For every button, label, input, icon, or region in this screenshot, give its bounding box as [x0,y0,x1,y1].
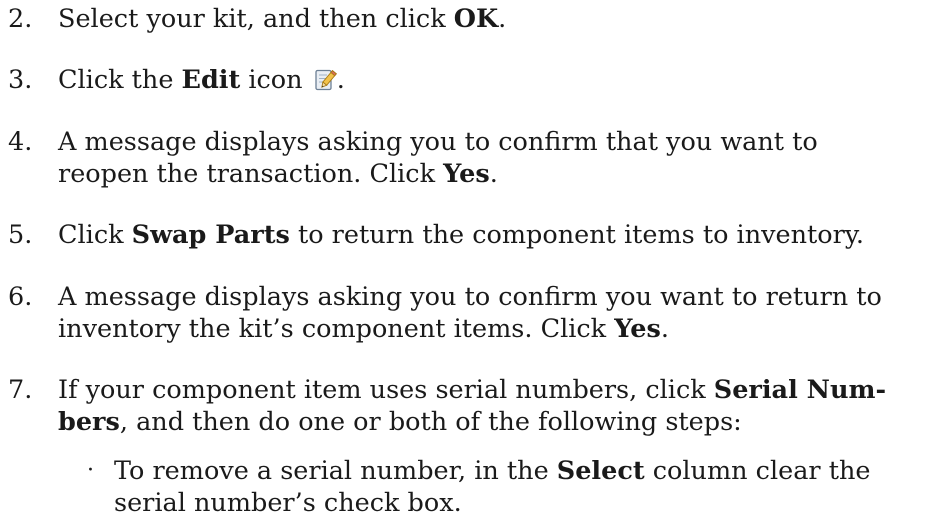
ui-term: Yes [443,159,490,189]
ui-term: Swap Parts [131,220,290,250]
step-number: 4. [8,127,33,157]
step-text: Click the Edit icon . [58,65,345,95]
step-number: 6. [8,282,33,312]
step-4: 4. A message displays asking you to conf… [0,125,927,159]
sub-step-line-2: serial number’s check box. [0,486,927,519]
step-text: Click Swap Parts to return the component… [58,220,864,250]
step-4-line-2: reopen the transaction. Click Yes. [0,157,927,191]
bullet-icon: · [87,458,94,483]
step-number: 5. [8,220,33,250]
ui-term: Edit [181,65,241,95]
step-6-line-2: inventory the kit’s component items. Cli… [0,312,927,346]
edit-pencil-notepad-icon [313,67,337,91]
step-7-line-2: bers, and then do one or both of the fol… [0,405,927,439]
ui-term: Select [556,456,645,486]
sub-step-text: To remove a serial number, in the Select… [114,456,871,486]
step-text: A message displays asking you to confirm… [58,282,882,312]
step-text: reopen the transaction. Click Yes. [58,159,498,189]
ui-term: Yes [614,314,661,344]
step-text: bers, and then do one or both of the fol… [58,407,742,437]
step-7: 7. If your component item uses serial nu… [0,373,927,407]
step-number: 3. [8,65,33,95]
step-5: 5. Click Swap Parts to return the compon… [0,218,927,252]
ui-term: Serial Num- [713,375,887,405]
step-number: 7. [8,375,33,405]
step-text: A message displays asking you to confirm… [58,127,818,157]
sub-step-text: serial number’s check box. [114,488,462,518]
step-2: 2. Select your kit, and then click OK. [0,2,927,36]
sub-step: · To remove a serial number, in the Sele… [0,454,927,488]
ui-term: OK [453,4,499,34]
step-3: 3. Click the Edit icon . [0,63,927,97]
step-text: If your component item uses serial numbe… [58,375,887,405]
step-number: 2. [8,4,33,34]
step-text: Select your kit, and then click OK. [58,4,507,34]
step-6: 6. A message displays asking you to conf… [0,280,927,314]
step-text: inventory the kit’s component items. Cli… [58,314,669,344]
ui-term: bers [58,407,120,437]
